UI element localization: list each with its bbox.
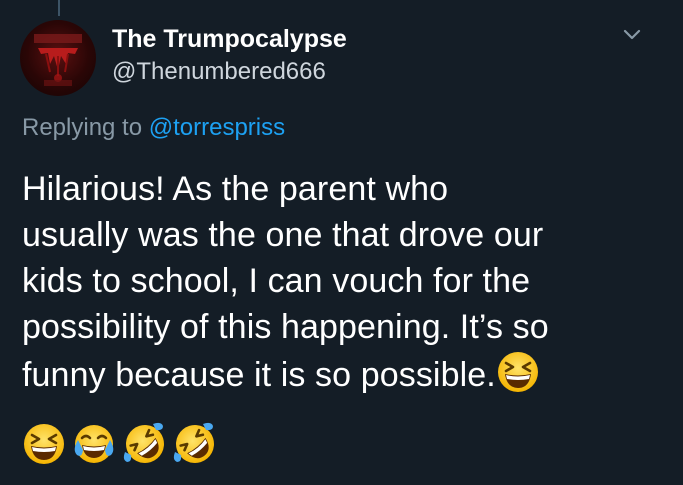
face-with-tears-of-joy-icon [72,422,116,466]
reply-mention-link[interactable]: @torrespriss [149,114,285,141]
tweet-text-line: Hilarious! As the parent who [22,170,449,208]
red-horror-logo-icon [34,34,82,86]
tweet-body: Hilarious! As the parent who usually was… [22,166,672,398]
tweet-header: The Trumpocalypse @Thenumbered666 [112,22,347,88]
chevron-down-icon[interactable] [621,24,643,46]
thread-connector-line [58,0,60,16]
tweet-text-line: kids to school, I can vouch for the [22,262,531,300]
display-name[interactable]: The Trumpocalypse [112,22,347,56]
user-handle[interactable]: @Thenumbered666 [112,56,347,88]
replying-to-label: Replying to [22,114,149,141]
replying-to: Replying to @torrespriss [22,112,285,144]
grinning-squinting-face-icon [496,350,540,394]
rolling-on-floor-laughing-icon [173,422,217,466]
avatar[interactable] [20,20,96,96]
tweet-text-line: funny because it is so possible. [22,356,496,394]
tweet-text-line: usually was the one that drove our [22,216,544,254]
tweet-text-last-line: funny because it is so possible. [22,350,672,398]
tweet-text-line: possibility of this happening. It’s so [22,308,549,346]
rolling-on-floor-laughing-icon [123,422,167,466]
grinning-squinting-face-icon [22,422,66,466]
emoji-row [22,422,219,472]
